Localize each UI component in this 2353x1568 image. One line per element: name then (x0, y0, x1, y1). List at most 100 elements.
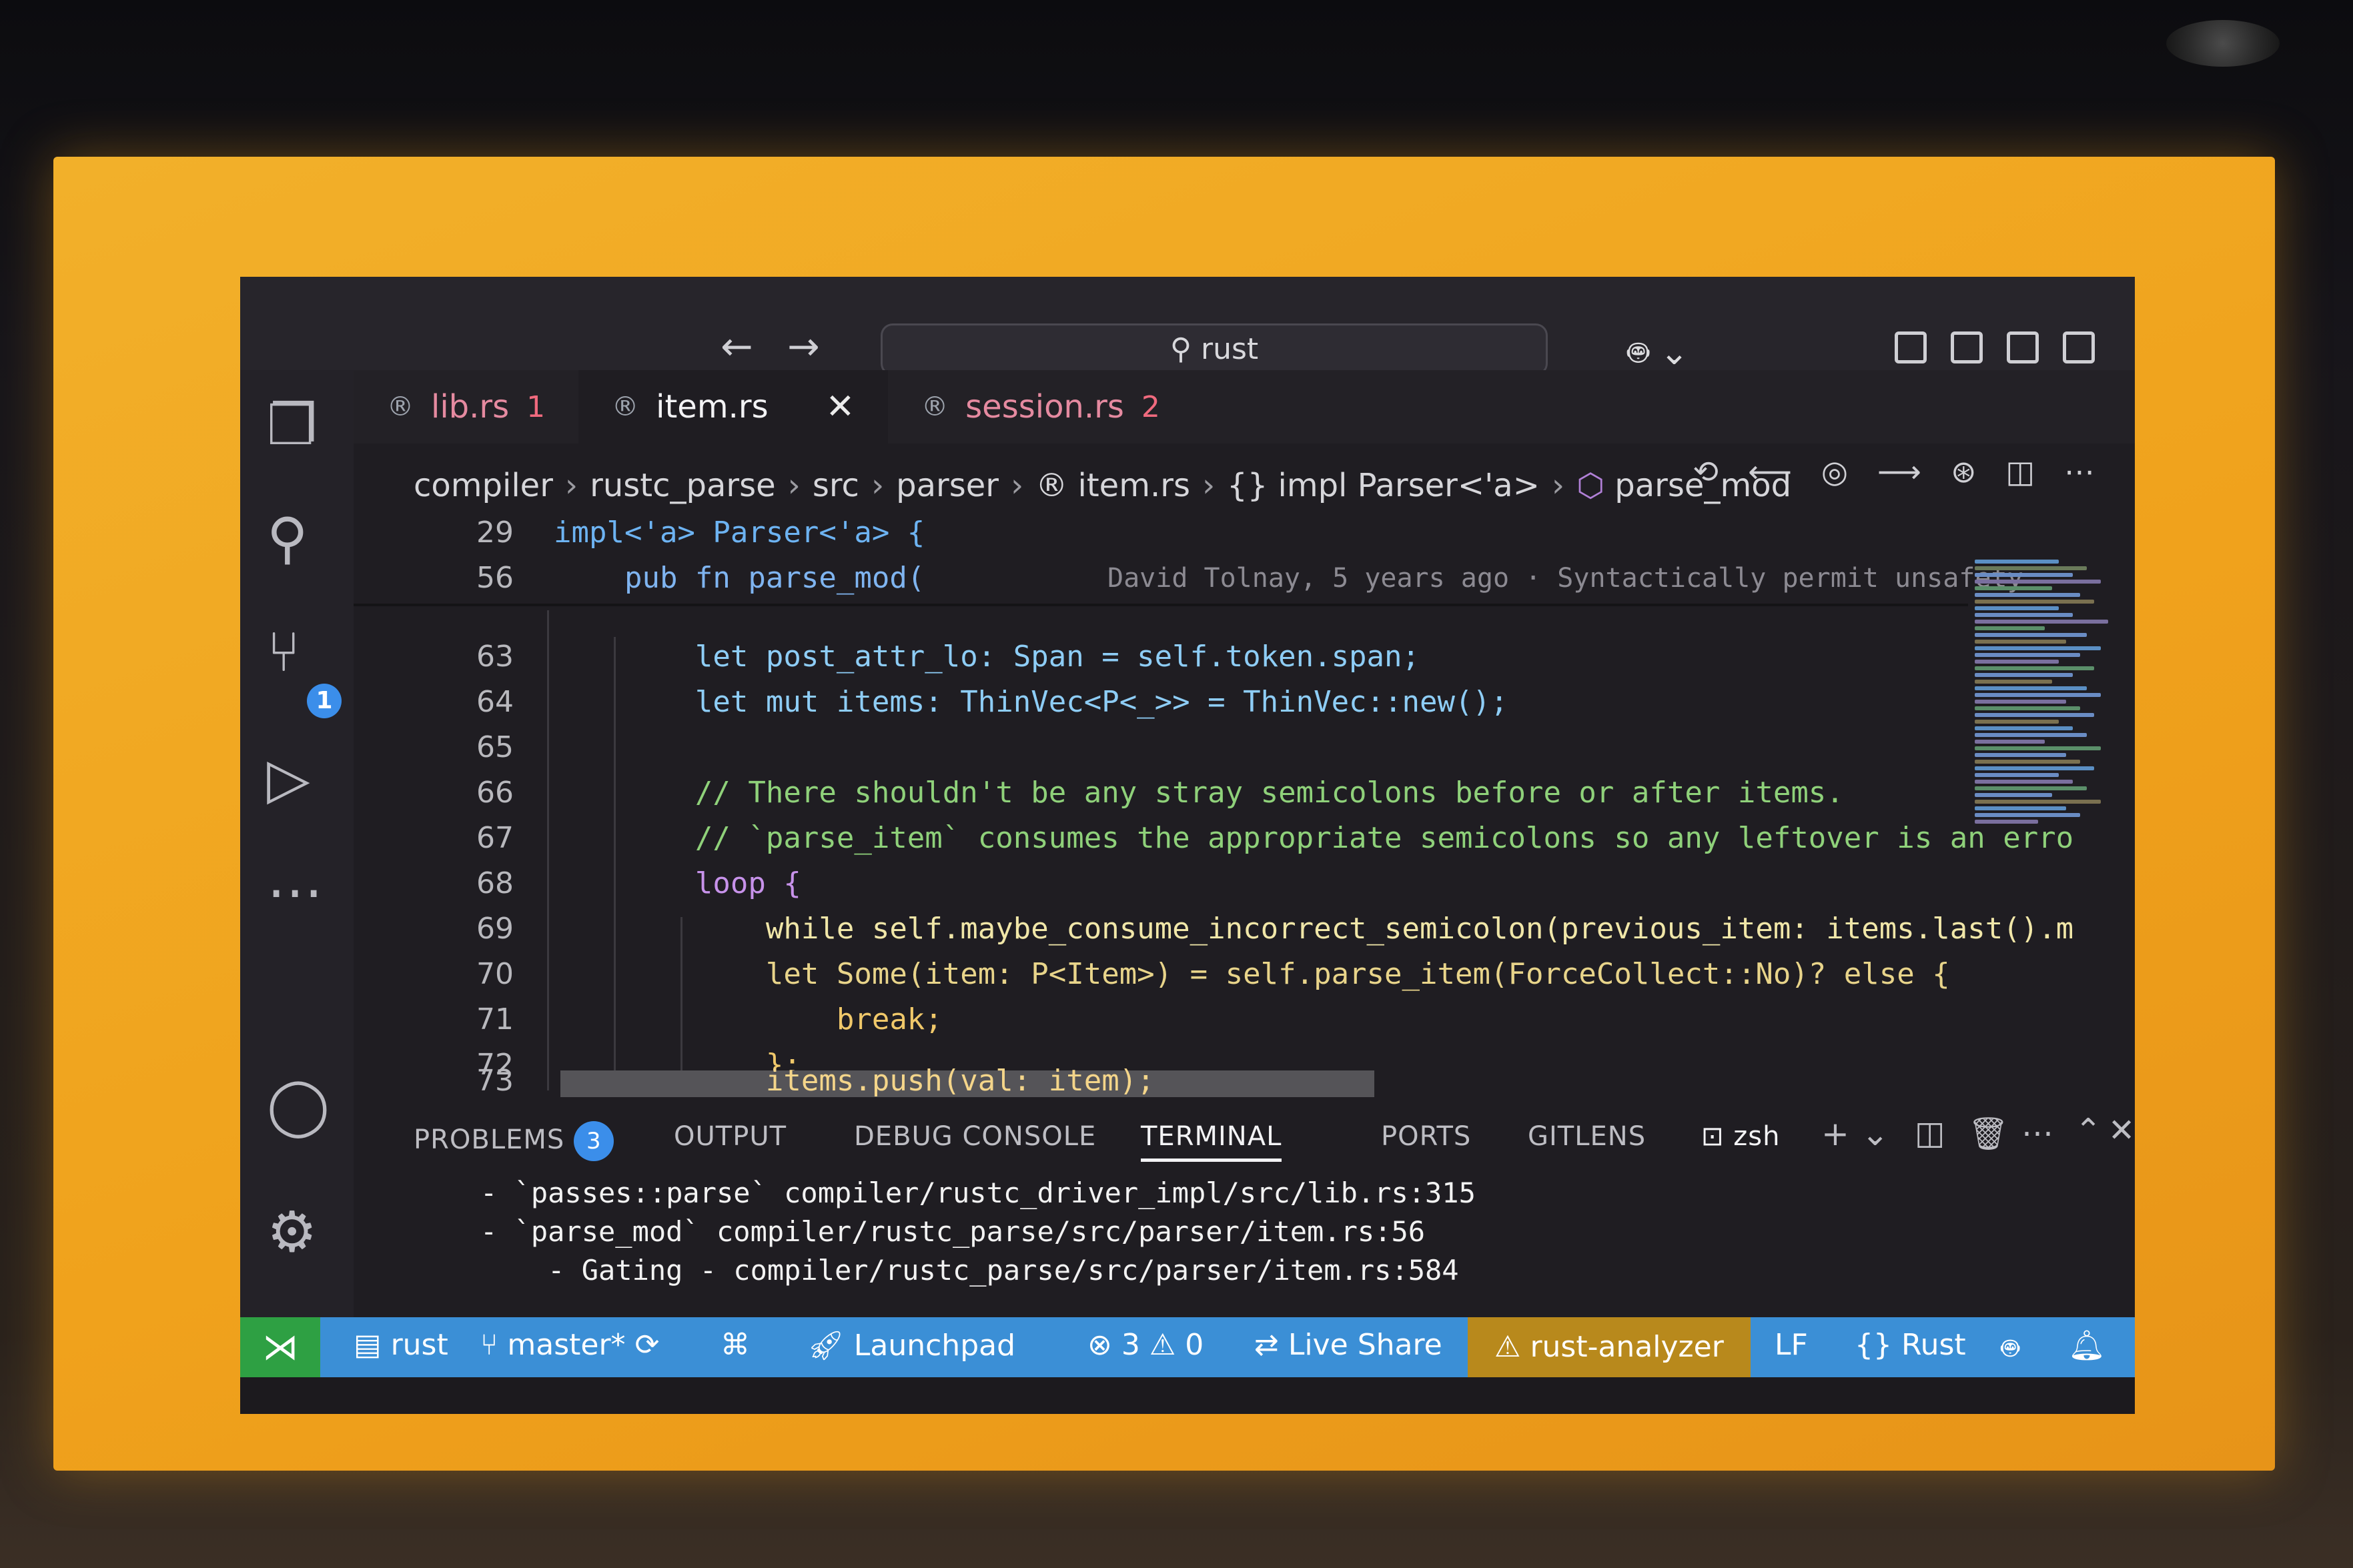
settings-gear-icon[interactable]: ⚙ (267, 1204, 317, 1260)
tab-label: lib.rs (431, 388, 510, 426)
repo-icon: ▤ (354, 1328, 391, 1362)
terminal-output[interactable]: - `passes::parse` compiler/rustc_driver_… (480, 1174, 1476, 1290)
run-debug-icon[interactable]: ▷ (267, 750, 310, 806)
status-eol[interactable]: LF (1775, 1328, 1808, 1362)
source-control-badge: 1 (307, 684, 342, 718)
copilot-status-icon[interactable]: 🤖︎ (2001, 1328, 2019, 1370)
tab-problems[interactable]: PROBLEMS 3 (414, 1121, 614, 1161)
tab-item-rs[interactable]: ® item.rs ✕ (578, 370, 889, 444)
go-forward-icon[interactable]: ⟶ (1877, 454, 1921, 490)
chevron-right-icon: › (1202, 467, 1216, 504)
more-icon[interactable]: ⋯ (267, 864, 323, 920)
breadcrumb-item[interactable]: {} impl Parser<'a> (1227, 467, 1540, 504)
live-share-icon: ⇄ (1254, 1328, 1288, 1362)
close-panel-icon[interactable]: ✕ (2108, 1112, 2135, 1149)
status-rust-analyzer[interactable]: ⚠ rust-analyzer (1468, 1317, 1751, 1377)
status-bar: ⋊ ▤ rust ⑂ master* ⟳ ⌘ 🚀︎ Launchpad ⊗ 3 … (240, 1317, 2135, 1377)
line-number: 63 (476, 640, 514, 674)
tab-label: PROBLEMS (414, 1124, 565, 1155)
split-terminal-icon[interactable]: ◫ (1915, 1114, 1945, 1152)
more-actions-icon[interactable]: ⋯ (2021, 1114, 2054, 1152)
tab-output[interactable]: OUTPUT (674, 1121, 787, 1152)
warning-icon: ⚠ (1139, 1328, 1186, 1362)
code-comment: // `parse_item` consumes the appropriate… (554, 821, 2074, 855)
code-text: let post_attr_lo: Span = self.token.span… (554, 640, 1420, 674)
terminal-shell-selector[interactable]: ⊡ zsh (1701, 1121, 1780, 1152)
toggle-secondary-sidebar-icon[interactable] (2063, 331, 2095, 363)
shell-name: zsh (1733, 1121, 1781, 1152)
code-text: let Some(item: P<Item>) = self.parse_ite… (554, 957, 1950, 991)
line-number: 65 (476, 730, 514, 764)
code-text: impl<'a> Parser<'a> { (554, 516, 925, 550)
status-language[interactable]: {} Rust (1855, 1328, 1966, 1362)
code-line: 67 // `parse_item` consumes the appropri… (354, 816, 2073, 861)
window-bottom-edge (240, 1377, 2135, 1414)
code-line: 69 while self.maybe_consume_incorrect_se… (354, 906, 2073, 952)
sticky-scroll-divider (354, 604, 1968, 606)
terminal-line: - Gating - compiler/rustc_parse/src/pars… (480, 1254, 1459, 1287)
analyzer-label: rust-analyzer (1530, 1330, 1724, 1364)
command-center-search[interactable]: ⚲ rust (881, 323, 1548, 375)
terminal-icon: ⊡ (1701, 1121, 1734, 1152)
remote-indicator-icon[interactable]: ⋊ (240, 1317, 320, 1377)
line-number: 29 (476, 516, 514, 550)
tab-session-rs[interactable]: ® session.rs 2 (888, 370, 1194, 444)
branch-name: master* (507, 1328, 626, 1362)
code-editor[interactable]: 29 impl<'a> Parser<'a> { 56 pub fn parse_… (354, 510, 2073, 1097)
status-live-share[interactable]: ⇄ Live Share (1254, 1328, 1442, 1362)
toggle-sidebar-icon[interactable] (1951, 331, 1983, 363)
status-launchpad[interactable]: 🚀︎ Launchpad (807, 1328, 1015, 1363)
git-branch-icon: ⑂ (480, 1328, 508, 1362)
method-cube-icon: ⬡ (1576, 467, 1615, 504)
breadcrumb-item[interactable]: item.rs (1078, 467, 1190, 504)
trash-icon[interactable]: 🗑︎ (1968, 1114, 2009, 1152)
minimap[interactable] (1975, 557, 2115, 1117)
account-icon[interactable]: ◯ (267, 1077, 330, 1133)
activity-bar: ❐ ⚲ ⑂ 1 ▷ ⋯ ◯ ⚙ (240, 370, 354, 1317)
toggle-panel-icon[interactable] (2007, 331, 2039, 363)
commit-icon[interactable]: ◎ (1821, 454, 1848, 490)
customize-layout-icon[interactable] (1895, 331, 1927, 363)
line-number: 64 (476, 685, 514, 719)
error-icon: ⊗ (1087, 1328, 1121, 1362)
code-line: 68 loop { (354, 861, 1968, 906)
rust-file-icon: ® (387, 391, 414, 422)
gitlens-status-icon[interactable]: ⌘ (721, 1328, 750, 1362)
source-control-icon[interactable]: ⑂ (267, 624, 300, 680)
status-problems[interactable]: ⊗ 3 ⚠ 0 (1087, 1328, 1204, 1362)
sync-icon[interactable]: ⟳ (626, 1328, 660, 1362)
breadcrumb-item[interactable]: compiler (414, 467, 553, 504)
explorer-icon[interactable]: ❐ (267, 397, 317, 453)
maximize-panel-icon[interactable]: ⌃ (2075, 1112, 2102, 1149)
search-icon[interactable]: ⚲ (267, 510, 308, 566)
tab-debug-console[interactable]: DEBUG CONSOLE (854, 1121, 1096, 1152)
code-line: 63 let post_attr_lo: Span = self.token.s… (354, 634, 1968, 680)
split-editor-icon[interactable]: ◫ (2006, 454, 2035, 490)
gitlens-icon[interactable]: ⊛ (1951, 454, 1977, 490)
tab-terminal[interactable]: TERMINAL (1141, 1121, 1282, 1162)
back-arrow-icon[interactable]: ← (721, 323, 753, 369)
tab-gitlens[interactable]: GITLENS (1528, 1121, 1646, 1152)
code-text: pub fn parse_mod( (554, 561, 925, 595)
code-line: 70 let Some(item: P<Item>) = self.parse_… (354, 952, 1968, 997)
breadcrumb-item[interactable]: parser (896, 467, 999, 504)
tab-ports[interactable]: PORTS (1381, 1121, 1471, 1152)
breadcrumb-item[interactable]: src (813, 467, 859, 504)
line-number: 69 (476, 912, 514, 946)
code-text: while self.maybe_consume_incorrect_semic… (554, 912, 2074, 946)
notifications-bell-icon[interactable]: 🔔︎ (2068, 1328, 2105, 1363)
close-icon[interactable]: ✕ (826, 387, 855, 427)
warning-count: 0 (1185, 1328, 1204, 1362)
more-actions-icon[interactable]: ⋯ (2064, 454, 2095, 490)
status-repo[interactable]: ▤ rust (354, 1328, 448, 1362)
forward-arrow-icon[interactable]: → (787, 323, 820, 369)
line-number: 67 (476, 821, 514, 855)
breadcrumb-item[interactable]: rustc_parse (590, 467, 776, 504)
breadcrumb-item[interactable]: parse_mod (1614, 467, 1791, 504)
tab-label: item.rs (656, 388, 769, 426)
chevron-right-icon: › (564, 467, 578, 504)
tab-lib-rs[interactable]: ® lib.rs 1 (354, 370, 578, 444)
status-branch[interactable]: ⑂ master* ⟳ (480, 1328, 659, 1362)
new-terminal-plus-icon[interactable]: + ⌄ (1821, 1114, 1890, 1153)
search-text: rust (1201, 332, 1259, 366)
